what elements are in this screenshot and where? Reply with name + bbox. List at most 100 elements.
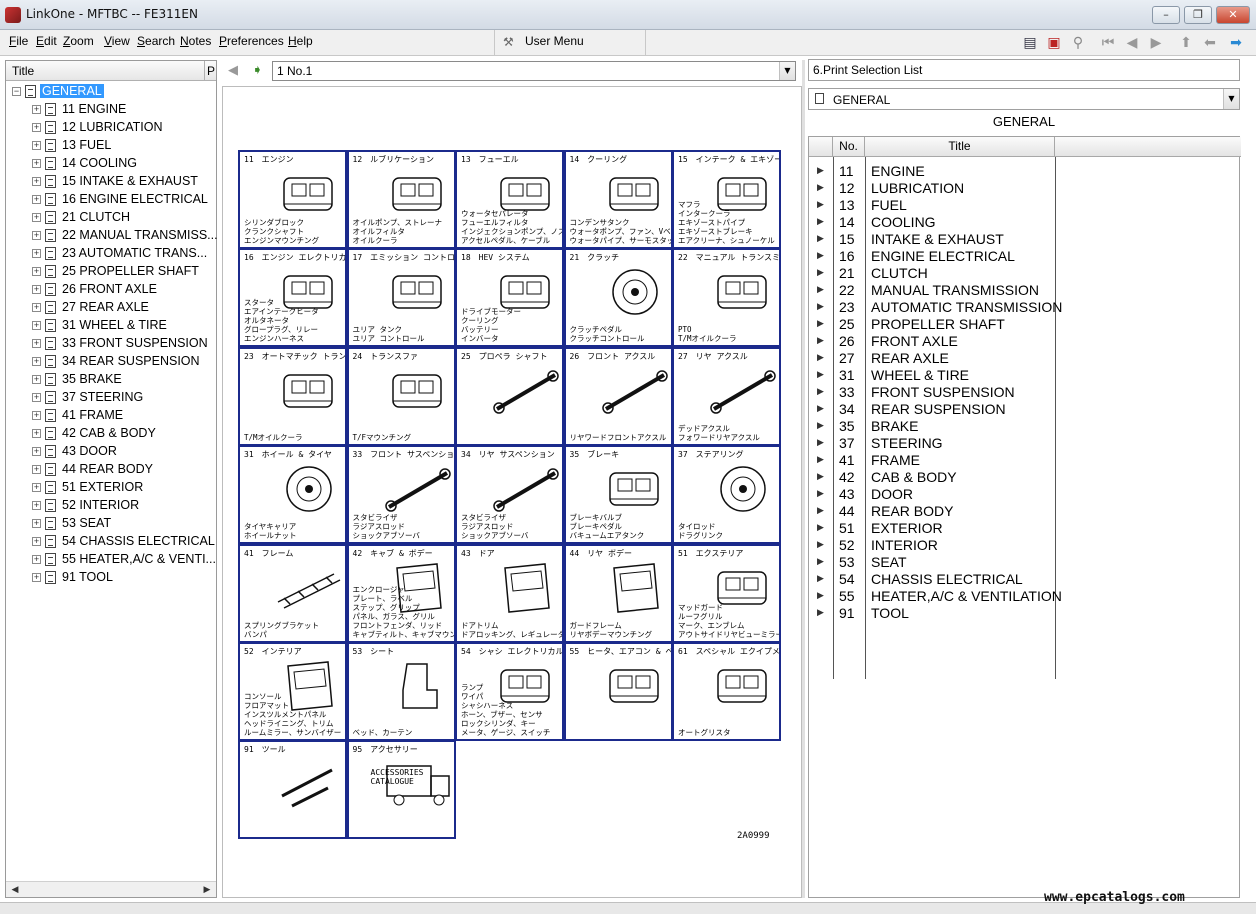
up-level-icon[interactable]: ⬆ — [1176, 33, 1196, 53]
section-cell[interactable]: 15 インテーク & エキゾーストマフラ インタークーラ エキゾーストパイプ エ… — [672, 150, 781, 249]
list-item[interactable]: ▶ 11 ENGINE — [809, 163, 1241, 180]
chevron-down-icon[interactable]: ▼ — [779, 62, 795, 80]
list-item[interactable]: ▶ 26 FRONT AXLE — [809, 333, 1241, 350]
section-cell[interactable]: 13 フューエル ウォータセパレータ フューエルフィルタ インジェクションポンプ、… — [455, 150, 564, 249]
list-item[interactable]: ▶ 35 BRAKE — [809, 418, 1241, 435]
list-item[interactable]: ▶ 27 REAR AXLE — [809, 350, 1241, 367]
expand-toggle-icon[interactable]: + — [32, 375, 41, 384]
list-item[interactable]: ▶ 23 AUTOMATIC TRANSMISSION — [809, 299, 1241, 316]
expand-toggle-icon[interactable]: + — [32, 537, 41, 546]
expand-toggle-icon[interactable]: + — [32, 195, 41, 204]
list-item[interactable]: ▶ 22 MANUAL TRANSMISSION — [809, 282, 1241, 299]
scroll-left-icon[interactable]: ◀ — [8, 884, 22, 896]
section-cell[interactable]: 27 リヤ アクスル デッドアクスル フォワードリヤアクスル — [672, 346, 781, 446]
chevron-down-icon[interactable]: ▼ — [1223, 89, 1239, 109]
list-item[interactable]: ▶ 43 DOOR — [809, 486, 1241, 503]
section-cell[interactable]: 35 ブレーキ ブレーキバルブ ブレーキペダル バキュームエアタンク — [563, 445, 673, 545]
expand-toggle-icon[interactable]: + — [32, 123, 41, 132]
list-item[interactable]: ▶ 53 SEAT — [809, 554, 1241, 571]
expand-arrow-icon[interactable]: ▶ — [817, 335, 824, 346]
expand-arrow-icon[interactable]: ▶ — [817, 420, 824, 431]
prev-page-icon[interactable]: ◀ — [1122, 33, 1142, 53]
expand-arrow-icon[interactable]: ▶ — [817, 556, 824, 567]
list-view-icon[interactable]: ▤ — [1020, 33, 1040, 53]
menu-search[interactable]: Search — [137, 34, 175, 48]
expand-arrow-icon[interactable]: ▶ — [817, 454, 824, 465]
expand-arrow-icon[interactable]: ▶ — [817, 165, 824, 176]
expand-toggle-icon[interactable]: + — [32, 105, 41, 114]
expand-toggle-icon[interactable]: + — [32, 249, 41, 258]
menu-file[interactable]: File — [9, 34, 28, 48]
column-header-title[interactable]: Title — [865, 137, 1055, 157]
list-item[interactable]: ▶ 25 PROPELLER SHAFT — [809, 316, 1241, 333]
section-cell[interactable]: 37 ステアリング タイロッド ドラグリンク — [672, 445, 781, 545]
list-item[interactable]: ▶ 54 CHASSIS ELECTRICAL — [809, 571, 1241, 588]
list-item[interactable]: ▶ 14 COOLING — [809, 214, 1241, 231]
expand-toggle-icon[interactable]: + — [32, 447, 41, 456]
section-cell[interactable]: 22 マニュアル トランスミッション PTO T/Mオイルクーラ — [672, 248, 781, 348]
list-item[interactable]: ▶ 52 INTERIOR — [809, 537, 1241, 554]
section-cell[interactable]: 16 エンジン エレクトリカル スタータ エアインテークヒータ オルタネータ グロ… — [238, 248, 347, 348]
section-cell[interactable]: 24 トランスファ T/Fマウンチング — [346, 346, 456, 446]
section-cell[interactable]: 52 インテリア コンソール フロアマット インスツルメントパネル ヘッドライニン… — [238, 642, 347, 741]
menu-preferences[interactable]: Preferences — [219, 34, 284, 48]
section-cell[interactable]: 34 リヤ サスペンション スタビライザ ラジアスロッド ショックアブソーバ — [455, 445, 564, 545]
expand-toggle-icon[interactable]: + — [32, 159, 41, 168]
list-item[interactable]: ▶ 41 FRAME — [809, 452, 1241, 469]
close-button[interactable]: ✕ — [1216, 6, 1250, 24]
section-cell[interactable]: 26 フロント アクスル リヤワードフロントアクスル — [563, 346, 673, 446]
expand-arrow-icon[interactable]: ▶ — [817, 233, 824, 244]
forward-icon[interactable]: ➡ — [1226, 33, 1246, 53]
expand-arrow-icon[interactable]: ▶ — [817, 573, 824, 584]
list-item[interactable]: ▶ 91 TOOL — [809, 605, 1241, 622]
expand-arrow-icon[interactable]: ▶ — [817, 318, 824, 329]
expand-arrow-icon[interactable]: ▶ — [817, 539, 824, 550]
expand-arrow-icon[interactable]: ▶ — [817, 182, 824, 193]
menu-zoom[interactable]: Zoom — [63, 34, 94, 48]
list-item[interactable]: ▶ 55 HEATER,A/C & VENTILATION — [809, 588, 1241, 605]
column-header-no[interactable]: No. — [833, 137, 865, 157]
list-item[interactable]: ▶ 31 WHEEL & TIRE — [809, 367, 1241, 384]
section-cell[interactable]: 17 エミッション コントロールユリア タンク ユリア コントロール — [346, 248, 456, 348]
section-cell[interactable]: 51 エクステリア マッドガード ルーフグリル マーク、エンブレム アウトサイドリ… — [672, 543, 781, 643]
list-item[interactable]: ▶ 42 CAB & BODY — [809, 469, 1241, 486]
section-cell[interactable]: 25 プロペラ シャフト — [455, 346, 564, 446]
list-item[interactable]: ▶ 51 EXTERIOR — [809, 520, 1241, 537]
expand-arrow-icon[interactable]: ▶ — [817, 199, 824, 210]
section-cell[interactable]: 43 ドア ドアトリム ドアロッキング、レギュレータ — [455, 543, 564, 643]
expand-toggle-icon[interactable]: + — [32, 231, 41, 240]
scroll-right-icon[interactable]: ▶ — [200, 884, 214, 896]
expand-arrow-icon[interactable]: ▶ — [817, 369, 824, 380]
menu-edit[interactable]: Edit — [36, 34, 57, 48]
back-icon[interactable]: ⬅ — [1200, 33, 1220, 53]
section-cell[interactable]: 55 ヒータ、エアコン & ベンチレーション — [563, 642, 673, 741]
expand-arrow-icon[interactable]: ▶ — [817, 352, 824, 363]
expand-toggle-icon[interactable]: − — [12, 87, 21, 96]
expand-arrow-icon[interactable]: ▶ — [817, 471, 824, 482]
list-item[interactable]: ▶ 16 ENGINE ELECTRICAL — [809, 248, 1241, 265]
expand-toggle-icon[interactable]: + — [32, 141, 41, 150]
section-cell[interactable]: 61 スペシャル エクイプメントオートグリスタ — [672, 642, 781, 741]
list-item[interactable]: ▶ 21 CLUTCH — [809, 265, 1241, 282]
list-item[interactable]: ▶ 44 REAR BODY — [809, 503, 1241, 520]
expand-toggle-icon[interactable]: + — [32, 465, 41, 474]
expand-toggle-icon[interactable]: + — [32, 483, 41, 492]
menu-notes[interactable]: Notes — [180, 34, 211, 48]
section-cell[interactable]: 33 フロント サスペンション スタビライザ ラジアスロッド ショックアブソーバ — [346, 445, 456, 545]
section-select[interactable]: GENERAL ▼ — [808, 88, 1240, 110]
expand-toggle-icon[interactable]: + — [32, 519, 41, 528]
list-item[interactable]: ▶ 37 STEERING — [809, 435, 1241, 452]
list-item[interactable]: ▶ 34 REAR SUSPENSION — [809, 401, 1241, 418]
section-cell[interactable]: 14 クーリングコンデンサタンク ウォータポンプ、ファン、Vベルト ウォータパイ… — [563, 150, 673, 249]
expand-toggle-icon[interactable]: + — [32, 303, 41, 312]
section-cell[interactable]: 44 リヤ ボデー ガードフレーム リヤボデーマウンチング — [563, 543, 673, 643]
tree-header-page[interactable]: P — [204, 61, 216, 80]
maximize-button[interactable]: ❐ — [1184, 6, 1212, 24]
print-selection-field[interactable]: 6.Print Selection List — [808, 59, 1240, 81]
expand-arrow-icon[interactable]: ▶ — [817, 488, 824, 499]
expand-arrow-icon[interactable]: ▶ — [817, 267, 824, 278]
expand-arrow-icon[interactable]: ▶ — [817, 284, 824, 295]
section-cell[interactable]: 18 HEV システム ドライブモーター クーリング バッテリー インバータ — [455, 248, 564, 348]
list-item[interactable]: ▶ 13 FUEL — [809, 197, 1241, 214]
expand-toggle-icon[interactable]: + — [32, 429, 41, 438]
